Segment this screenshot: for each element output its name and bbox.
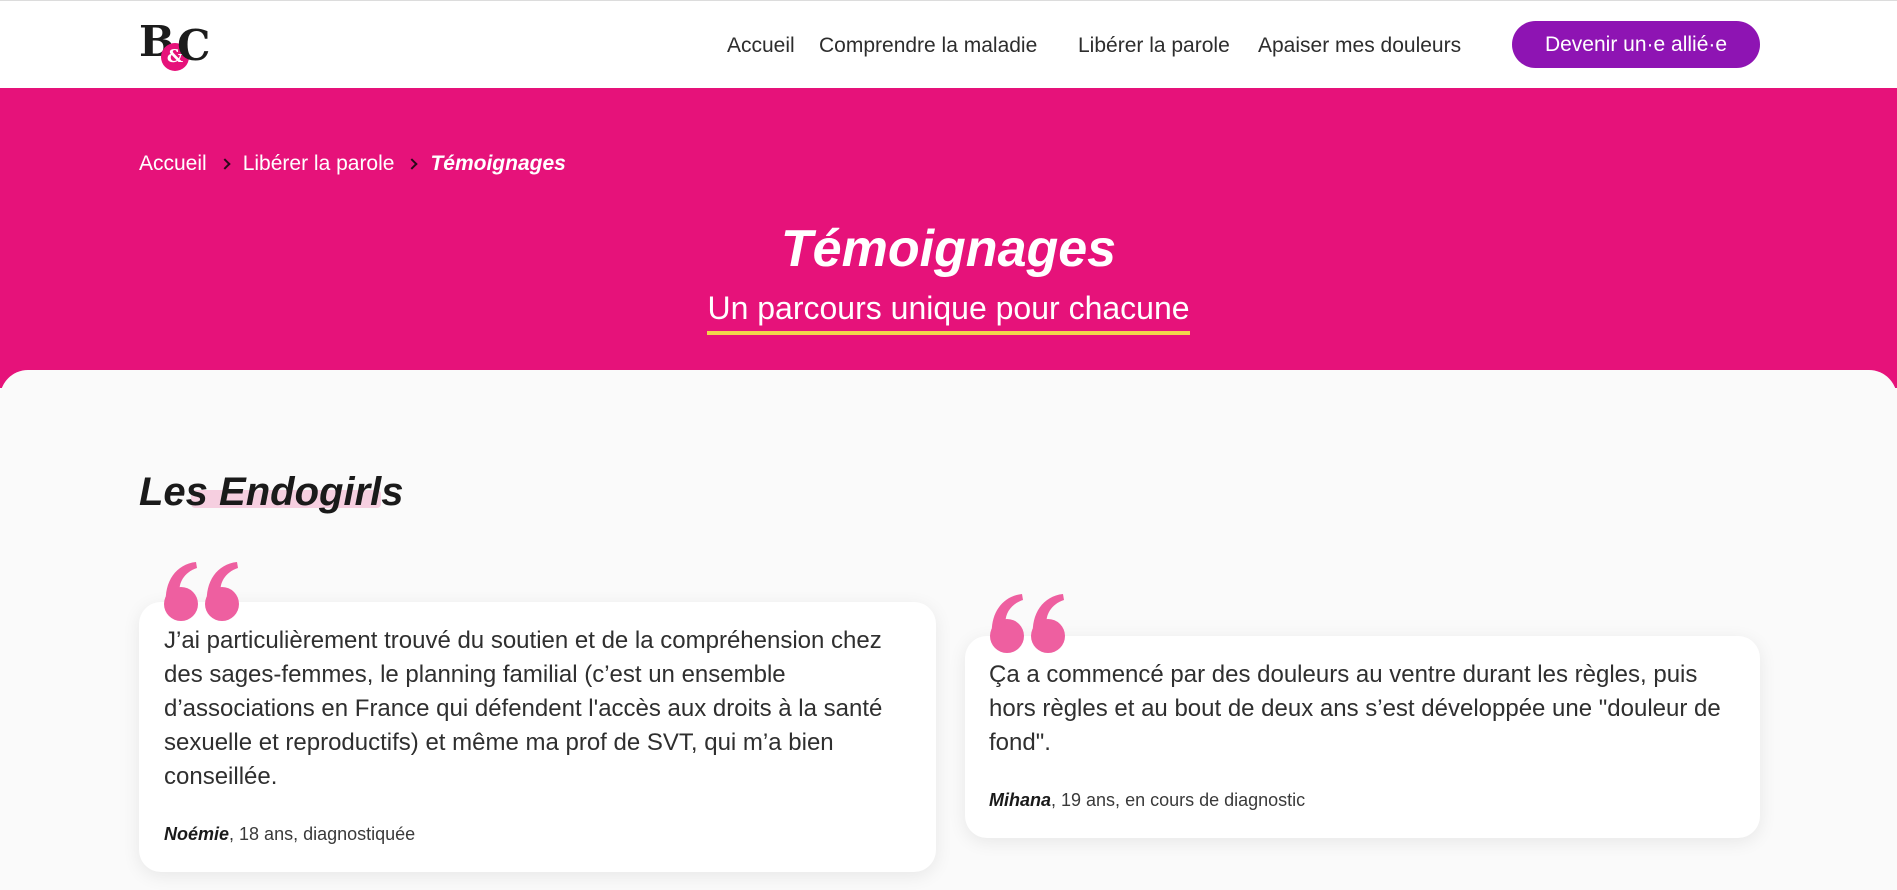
testimonial-author: Noémie, 18 ans, diagnostiquée — [164, 824, 415, 845]
site-header: B & C Accueil Comprendre la maladie Libé… — [0, 0, 1897, 88]
testimonial-author: Mihana, 19 ans, en cours de diagnostic — [989, 790, 1305, 811]
breadcrumb: Accueil Libérer la parole Témoignages — [139, 152, 566, 176]
author-details: , 19 ans, en cours de diagnostic — [1051, 790, 1306, 810]
testimonial-text: Ça a commencé par des douleurs au ventre… — [989, 661, 1721, 756]
testimonial-card: Ça a commencé par des douleurs au ventre… — [965, 636, 1760, 838]
hero-banner: Accueil Libérer la parole Témoignages Té… — [0, 88, 1897, 388]
main-content: Les Endogirls J’ai particulièrement trou… — [0, 370, 1897, 890]
breadcrumb-liberer-la-parole[interactable]: Libérer la parole — [243, 152, 395, 176]
page-subtitle-wrap: Un parcours unique pour chacune — [0, 288, 1897, 335]
section-title-text: Les Endogirls — [139, 470, 404, 514]
page-title: Témoignages — [780, 220, 1117, 278]
nav-liberer-la-parole[interactable]: Libérer la parole — [1078, 33, 1230, 59]
testimonial-text: J’ai particulièrement trouvé du soutien … — [164, 627, 883, 790]
logo-letter-c: C — [177, 21, 211, 70]
chevron-right-icon — [219, 158, 231, 170]
nav-apaiser-mes-douleurs[interactable]: Apaiser mes douleurs — [1258, 33, 1461, 59]
quote-icon — [164, 562, 239, 621]
nav-accueil[interactable]: Accueil — [727, 33, 795, 59]
author-name: Noémie — [164, 824, 230, 844]
breadcrumb-accueil[interactable]: Accueil — [139, 152, 207, 176]
become-ally-button[interactable]: Devenir un·e allié·e — [1512, 21, 1760, 68]
site-logo[interactable]: B & C — [139, 19, 219, 71]
nav-comprendre-la-maladie[interactable]: Comprendre la maladie — [819, 33, 1037, 59]
author-name: Mihana — [989, 790, 1052, 810]
page-subtitle: Un parcours unique pour chacune — [707, 288, 1190, 335]
breadcrumb-current: Témoignages — [430, 152, 566, 175]
author-details: , 18 ans, diagnostiquée — [229, 824, 416, 844]
quote-icon — [990, 594, 1065, 653]
section-title: Les Endogirls — [139, 468, 404, 516]
testimonial-card: J’ai particulièrement trouvé du soutien … — [139, 602, 936, 872]
chevron-right-icon — [406, 158, 419, 170]
